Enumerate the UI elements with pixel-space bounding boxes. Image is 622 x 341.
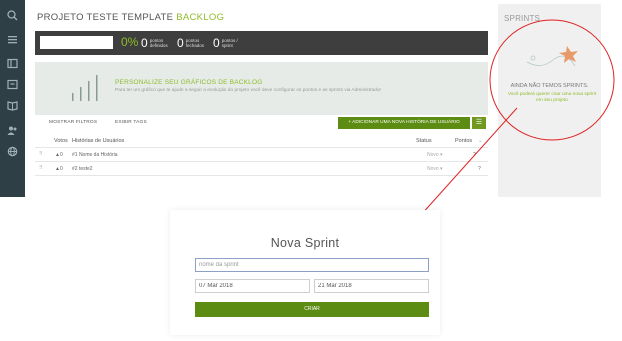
sprint-name-input[interactable]	[195, 258, 429, 272]
left-nav	[0, 0, 25, 197]
status-select[interactable]: Novo ▾	[427, 152, 443, 158]
bar-chart-icon	[72, 75, 98, 101]
backlog-icon[interactable]	[6, 57, 19, 70]
row-divider	[35, 175, 488, 176]
admin-icon[interactable]	[6, 145, 19, 158]
page-title: PROJETO TESTE TEMPLATE BACKLOG	[37, 12, 224, 23]
closed-points-value: 0	[177, 35, 184, 50]
add-story-button[interactable]: + ADICIONAR UMA NOVA HISTÓRIA DE USUÁRIO	[338, 117, 470, 129]
charts-banner-text: Para ter um gráfico que te ajude a segui…	[115, 88, 382, 93]
charts-banner: PERSONALIZE SEU GRÁFICOS DE BACKLOG Para…	[35, 62, 488, 115]
create-button[interactable]: CRIAR	[195, 302, 429, 317]
stories-header: Histórias de Usuários	[72, 138, 125, 144]
end-date-input[interactable]	[314, 279, 429, 293]
new-sprint-dialog: Nova Sprint CRIAR	[170, 210, 440, 335]
list-icon: ☰	[475, 119, 483, 126]
create-sprint-link[interactable]: Você poderá querer criar uma nova sprint…	[506, 92, 598, 104]
drag-handle-icon[interactable]: ⠿	[39, 151, 43, 157]
defined-points-label-2: definidos	[149, 42, 168, 48]
sprint-points-value: 0	[213, 35, 220, 50]
row-divider	[35, 161, 488, 162]
points-cell[interactable]: ?	[473, 152, 476, 158]
closed-points-label-2: fechados	[185, 42, 204, 48]
sprint-points-label-2: sprint	[221, 42, 233, 48]
menu-icon[interactable]	[6, 33, 19, 46]
sprint-points-stat: 0 pontos / sprint	[213, 34, 238, 52]
team-icon[interactable]	[6, 124, 19, 137]
wiki-icon[interactable]	[6, 99, 19, 112]
show-tags-link[interactable]: EXIBIR TAGS	[115, 120, 147, 125]
bulk-add-button[interactable]: ☰	[472, 117, 486, 129]
closed-points-stat: 0 pontos fechados	[177, 34, 204, 52]
summary-bar: 0% 0 pontos definidos 0 pontos fechados 0 pon…	[35, 31, 488, 55]
kanban-icon[interactable]	[6, 78, 19, 91]
status-select[interactable]: Novo ▾	[427, 166, 443, 172]
chevron-down-icon[interactable]: ⌄	[478, 138, 483, 144]
project-name: PROJETO TESTE TEMPLATE	[37, 12, 174, 23]
defined-points-stat: 0 pontos definidos	[141, 34, 168, 52]
votes-cell[interactable]: ▲0	[55, 166, 63, 172]
charts-banner-title: PERSONALIZE SEU GRÁFICOS DE BACKLOG	[115, 79, 263, 86]
defined-points-value: 0	[141, 35, 148, 50]
progress-bar	[40, 36, 113, 49]
story-link[interactable]: #1 Nome da História	[72, 152, 118, 158]
empty-sprints-illustration	[526, 46, 578, 67]
drag-handle-icon[interactable]: ⠿	[39, 165, 43, 171]
status-header: Status	[416, 138, 432, 144]
progress-percent: 0%	[121, 35, 139, 49]
story-link[interactable]: #2 teste2	[72, 166, 93, 172]
dialog-title: Nova Sprint	[270, 236, 340, 250]
sprints-panel: SPRINTS AINDA NÃO TEMOS SPRINTS. Você po…	[498, 4, 601, 197]
section-name: BACKLOG	[176, 12, 225, 23]
votes-cell[interactable]: ▲0	[55, 152, 63, 158]
no-sprints-title: AINDA NÃO TEMOS SPRINTS.	[510, 83, 589, 89]
points-header: Pontos	[455, 138, 473, 144]
sprints-title: SPRINTS	[504, 14, 541, 23]
header-divider	[35, 147, 488, 148]
backlog-panel: PROJETO TESTE TEMPLATE BACKLOG 0% 0 ponto…	[25, 0, 488, 197]
start-date-input[interactable]	[195, 279, 310, 293]
points-cell[interactable]: ?	[478, 166, 481, 172]
show-filters-link[interactable]: MOSTRAR FILTROS	[49, 120, 97, 125]
search-icon[interactable]	[6, 9, 19, 22]
votes-header: Votos	[54, 138, 68, 144]
